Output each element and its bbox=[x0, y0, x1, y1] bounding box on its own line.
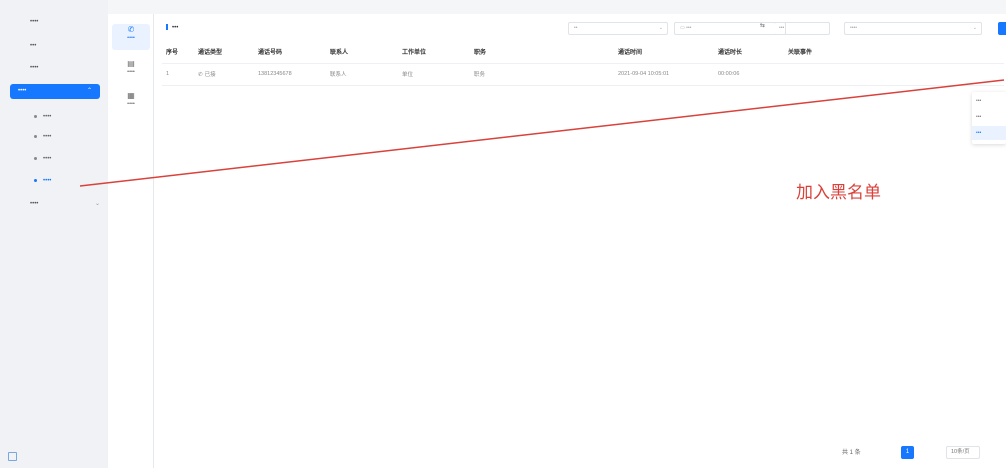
sidebar-item-5[interactable]: •••• ⌄ bbox=[0, 196, 108, 212]
sidebar-subitem-3[interactable]: •••• bbox=[34, 152, 51, 166]
table-row[interactable]: 1 ✆ 已接 13812345678 联系人 单位 职务 2021-09-04 1… bbox=[162, 63, 1004, 86]
col-header: 通话类型 bbox=[194, 41, 254, 64]
app-window: •••• ••• •••• •••• ⌃ •••• •••• •••• ••••… bbox=[0, 0, 1006, 468]
bullet-icon bbox=[34, 156, 37, 160]
sidebar: •••• ••• •••• •••• ⌃ •••• •••• •••• ••••… bbox=[0, 0, 108, 468]
col-header: 联系人 bbox=[326, 41, 398, 64]
sidebar-subitem-label: •••• bbox=[43, 156, 52, 162]
cell-number: 13812345678 bbox=[254, 63, 326, 86]
sidebar-subitem-2[interactable]: •••• bbox=[34, 130, 51, 144]
context-menu: ••• ••• ••• bbox=[972, 92, 1006, 144]
list-icon: ▤ bbox=[127, 59, 135, 68]
date-range-end[interactable]: ••• bbox=[774, 22, 830, 35]
col-header bbox=[864, 41, 1004, 64]
date-end-value: ••• bbox=[779, 25, 785, 31]
chevron-down-icon: ⌄ bbox=[972, 25, 977, 31]
sidebar-item-label: •••• bbox=[30, 201, 39, 207]
context-menu-item-blacklist[interactable]: ••• bbox=[972, 126, 1006, 140]
col-header: 通话时间 bbox=[614, 41, 714, 64]
date-range-start[interactable]: ▭ ••• bbox=[674, 22, 786, 35]
col-header: 工作单位 bbox=[398, 41, 470, 64]
tool-label: •••• bbox=[127, 101, 135, 107]
context-menu-item-2[interactable]: ••• bbox=[976, 110, 1006, 124]
sidebar-item-label: ••• bbox=[30, 43, 37, 49]
tool-call-records[interactable]: ✆ •••• bbox=[112, 24, 150, 50]
tool-list[interactable]: ▤ •••• bbox=[112, 58, 150, 84]
tool-label: •••• bbox=[127, 35, 135, 41]
tool-column: ✆ •••• ▤ •••• ▦ •••• bbox=[108, 14, 154, 468]
col-header bbox=[542, 41, 614, 64]
cell-unit: 单位 bbox=[398, 63, 470, 86]
sidebar-subitem-label: •••• bbox=[43, 114, 52, 120]
cell-extra bbox=[864, 63, 1004, 86]
cell-position: 职务 bbox=[470, 63, 542, 86]
sidebar-item-2[interactable]: ••• bbox=[0, 38, 108, 54]
sidebar-item-label: •••• bbox=[30, 65, 39, 71]
keyword-placeholder: •••• bbox=[850, 25, 858, 31]
sidebar-item-label: •••• bbox=[18, 88, 27, 94]
bullet-icon bbox=[34, 134, 37, 138]
col-header: 关联事件 bbox=[784, 41, 864, 64]
col-header: 通话号码 bbox=[254, 41, 326, 64]
panel-title: ••• bbox=[166, 24, 178, 31]
sidebar-subitem-1[interactable]: •••• bbox=[34, 110, 51, 124]
tool-doc[interactable]: ▦ •••• bbox=[112, 90, 150, 116]
tool-label: •••• bbox=[127, 69, 135, 75]
sidebar-subitem-current[interactable]: •••• bbox=[34, 174, 51, 188]
table-header-row: 序号 通话类型 通话号码 联系人 工作单位 职务 通话时间 通话时长 关联事件 bbox=[162, 41, 1004, 64]
bullet-icon bbox=[34, 114, 37, 118]
page-size-select[interactable]: 10条/页 bbox=[946, 446, 980, 459]
cell-contact: 联系人 bbox=[326, 63, 398, 86]
pagination-page-1[interactable]: 1 bbox=[901, 446, 914, 459]
cell-call-type-text: 已接 bbox=[204, 72, 216, 78]
chevron-down-icon: ⌄ bbox=[658, 25, 663, 31]
phone-icon: ✆ bbox=[127, 25, 135, 34]
annotation-label: 加入黑名单 bbox=[796, 183, 881, 203]
cell-blank bbox=[542, 63, 614, 86]
cell-time: 2021-09-04 10:05:01 bbox=[614, 63, 714, 86]
call-records-table: 序号 通话类型 通话号码 联系人 工作单位 职务 通话时间 通话时长 关联事件 … bbox=[162, 41, 1004, 86]
more-actions-button[interactable] bbox=[998, 22, 1006, 35]
sidebar-item-label: •••• bbox=[30, 19, 39, 25]
type-select[interactable]: •• ⌄ bbox=[568, 22, 668, 35]
date-separator-icon: ⇆ bbox=[760, 23, 766, 29]
bullet-icon bbox=[34, 178, 37, 182]
col-header: 序号 bbox=[162, 41, 194, 64]
sidebar-item-1[interactable]: •••• bbox=[0, 14, 108, 30]
sidebar-item-3[interactable]: •••• bbox=[0, 60, 108, 76]
main-panel: ••• •• ⌄ ▭ ••• ⇆ ••• •••• ⌄ 序号 通话类型 通话号码 联… bbox=[154, 14, 1006, 468]
cell-index: 1 bbox=[162, 63, 194, 86]
chevron-up-icon: ⌃ bbox=[86, 88, 92, 94]
pagination-total: 共 1 条 bbox=[842, 450, 861, 456]
date-start-value: ••• bbox=[686, 25, 692, 31]
doc-icon: ▦ bbox=[127, 91, 135, 100]
type-select-value: •• bbox=[574, 25, 578, 31]
cell-duration: 00:00:06 bbox=[714, 63, 784, 86]
collapse-sidebar-icon[interactable] bbox=[8, 452, 17, 461]
phone-icon: ✆ bbox=[198, 72, 203, 78]
col-header: 职务 bbox=[470, 41, 542, 64]
keyword-input[interactable]: •••• ⌄ bbox=[844, 22, 982, 35]
cell-event bbox=[784, 63, 864, 86]
sidebar-item-active[interactable]: •••• ⌃ bbox=[10, 84, 100, 99]
sidebar-subitem-label: •••• bbox=[43, 134, 52, 140]
chevron-down-icon: ⌄ bbox=[94, 201, 100, 207]
cell-call-type: ✆ 已接 bbox=[194, 63, 254, 86]
col-header: 通话时长 bbox=[714, 41, 784, 64]
sidebar-subitem-label: •••• bbox=[43, 178, 52, 184]
context-menu-item-1[interactable]: ••• bbox=[976, 94, 1006, 108]
